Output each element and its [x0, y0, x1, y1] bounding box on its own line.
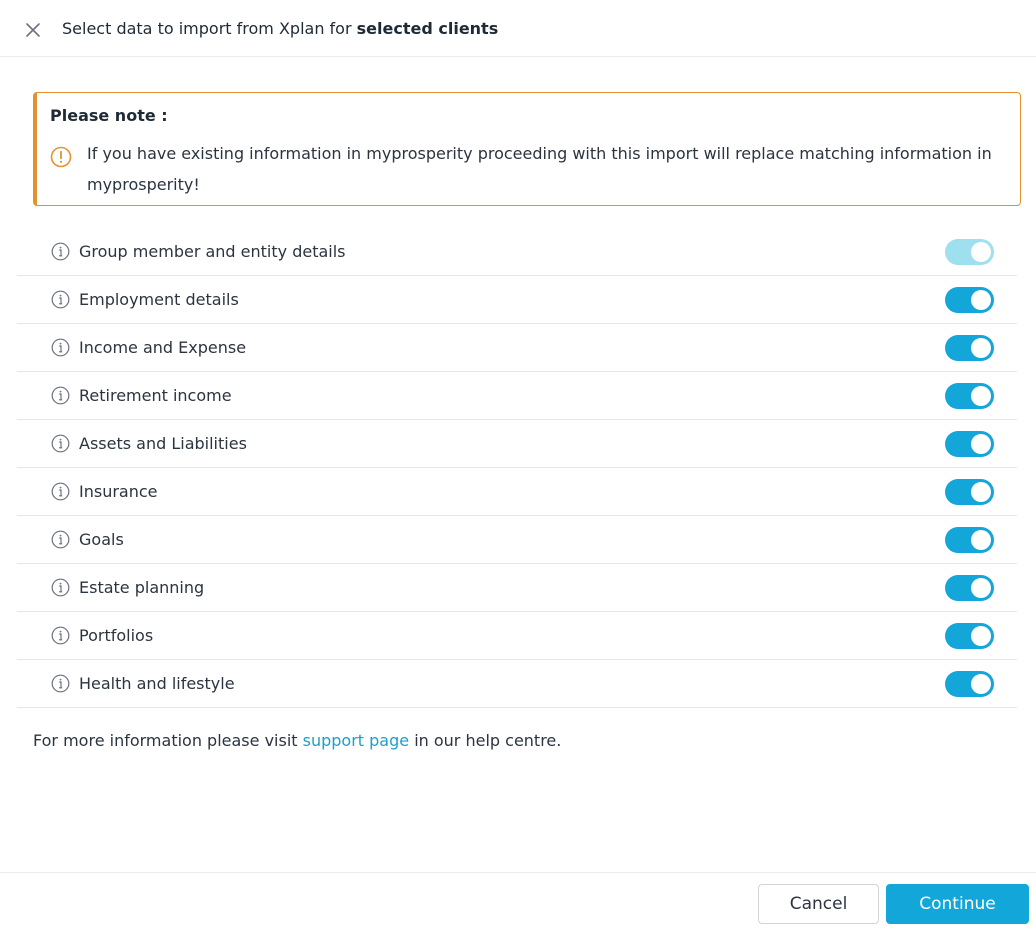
dialog-title-bold: selected clients	[356, 19, 499, 38]
item-label: Health and lifestyle	[79, 674, 235, 693]
info-icon[interactable]	[51, 386, 70, 405]
list-item: Insurance	[17, 468, 1017, 516]
dialog-title: Select data to import from Xplan for sel…	[62, 18, 498, 40]
note-text: If you have existing information in mypr…	[87, 144, 992, 194]
help-info-prefix: For more information please visit	[33, 731, 298, 750]
list-item: Income and Expense	[17, 324, 1017, 372]
toggle-switch[interactable]	[945, 335, 994, 361]
info-icon[interactable]	[51, 242, 70, 261]
info-icon[interactable]	[51, 338, 70, 357]
import-options-list: Group member and entity details Employmen…	[17, 228, 1017, 708]
info-icon[interactable]	[51, 434, 70, 453]
toggle-switch[interactable]	[945, 623, 994, 649]
list-item: Assets and Liabilities	[17, 420, 1017, 468]
help-info-suffix: in our help centre.	[414, 731, 562, 750]
toggle-switch[interactable]	[945, 287, 994, 313]
list-item: Estate planning	[17, 564, 1017, 612]
close-icon[interactable]	[22, 19, 44, 41]
note-title: Please note :	[50, 106, 168, 125]
item-label: Group member and entity details	[79, 242, 346, 261]
toggle-switch[interactable]	[945, 575, 994, 601]
toggle-knob	[971, 626, 991, 646]
info-icon[interactable]	[51, 530, 70, 549]
item-label: Retirement income	[79, 386, 232, 405]
list-item: Health and lifestyle	[17, 660, 1017, 708]
list-item: Group member and entity details	[17, 228, 1017, 276]
toggle-knob	[971, 242, 991, 262]
cancel-button[interactable]: Cancel	[758, 884, 879, 924]
info-icon[interactable]	[51, 290, 70, 309]
list-item: Employment details	[17, 276, 1017, 324]
dialog-title-prefix: Select data to import from Xplan for	[62, 19, 352, 38]
toggle-switch	[945, 239, 994, 265]
info-icon[interactable]	[51, 626, 70, 645]
info-icon[interactable]	[51, 482, 70, 501]
toggle-knob	[971, 674, 991, 694]
item-label: Portfolios	[79, 626, 154, 645]
info-icon[interactable]	[51, 674, 70, 693]
item-label: Income and Expense	[79, 338, 247, 357]
toggle-knob	[971, 530, 991, 550]
toggle-switch[interactable]	[945, 431, 994, 457]
item-label: Employment details	[79, 290, 239, 309]
list-item: Portfolios	[17, 612, 1017, 660]
continue-button[interactable]: Continue	[886, 884, 1029, 924]
toggle-knob	[971, 434, 991, 454]
help-info: For more information please visit suppor…	[33, 729, 561, 753]
toggle-switch[interactable]	[945, 383, 994, 409]
support-page-link[interactable]: support page	[303, 731, 409, 750]
item-label: Goals	[79, 530, 124, 549]
toggle-knob	[971, 338, 991, 358]
toggle-knob	[971, 386, 991, 406]
toggle-switch[interactable]	[945, 671, 994, 697]
item-label: Assets and Liabilities	[79, 434, 247, 453]
toggle-knob	[971, 578, 991, 598]
warning-note: Please note : If you have existing infor…	[33, 92, 1021, 206]
list-item: Goals	[17, 516, 1017, 564]
item-label: Insurance	[79, 482, 158, 501]
toggle-knob	[971, 482, 991, 502]
alert-circle-icon	[49, 145, 73, 169]
list-item: Retirement income	[17, 372, 1017, 420]
toggle-switch[interactable]	[945, 527, 994, 553]
dialog-header: Select data to import from Xplan for sel…	[0, 0, 1036, 57]
item-label: Estate planning	[79, 578, 205, 597]
info-icon[interactable]	[51, 578, 70, 597]
toggle-knob	[971, 290, 991, 310]
toggle-switch[interactable]	[945, 479, 994, 505]
footer-divider	[0, 872, 1036, 873]
